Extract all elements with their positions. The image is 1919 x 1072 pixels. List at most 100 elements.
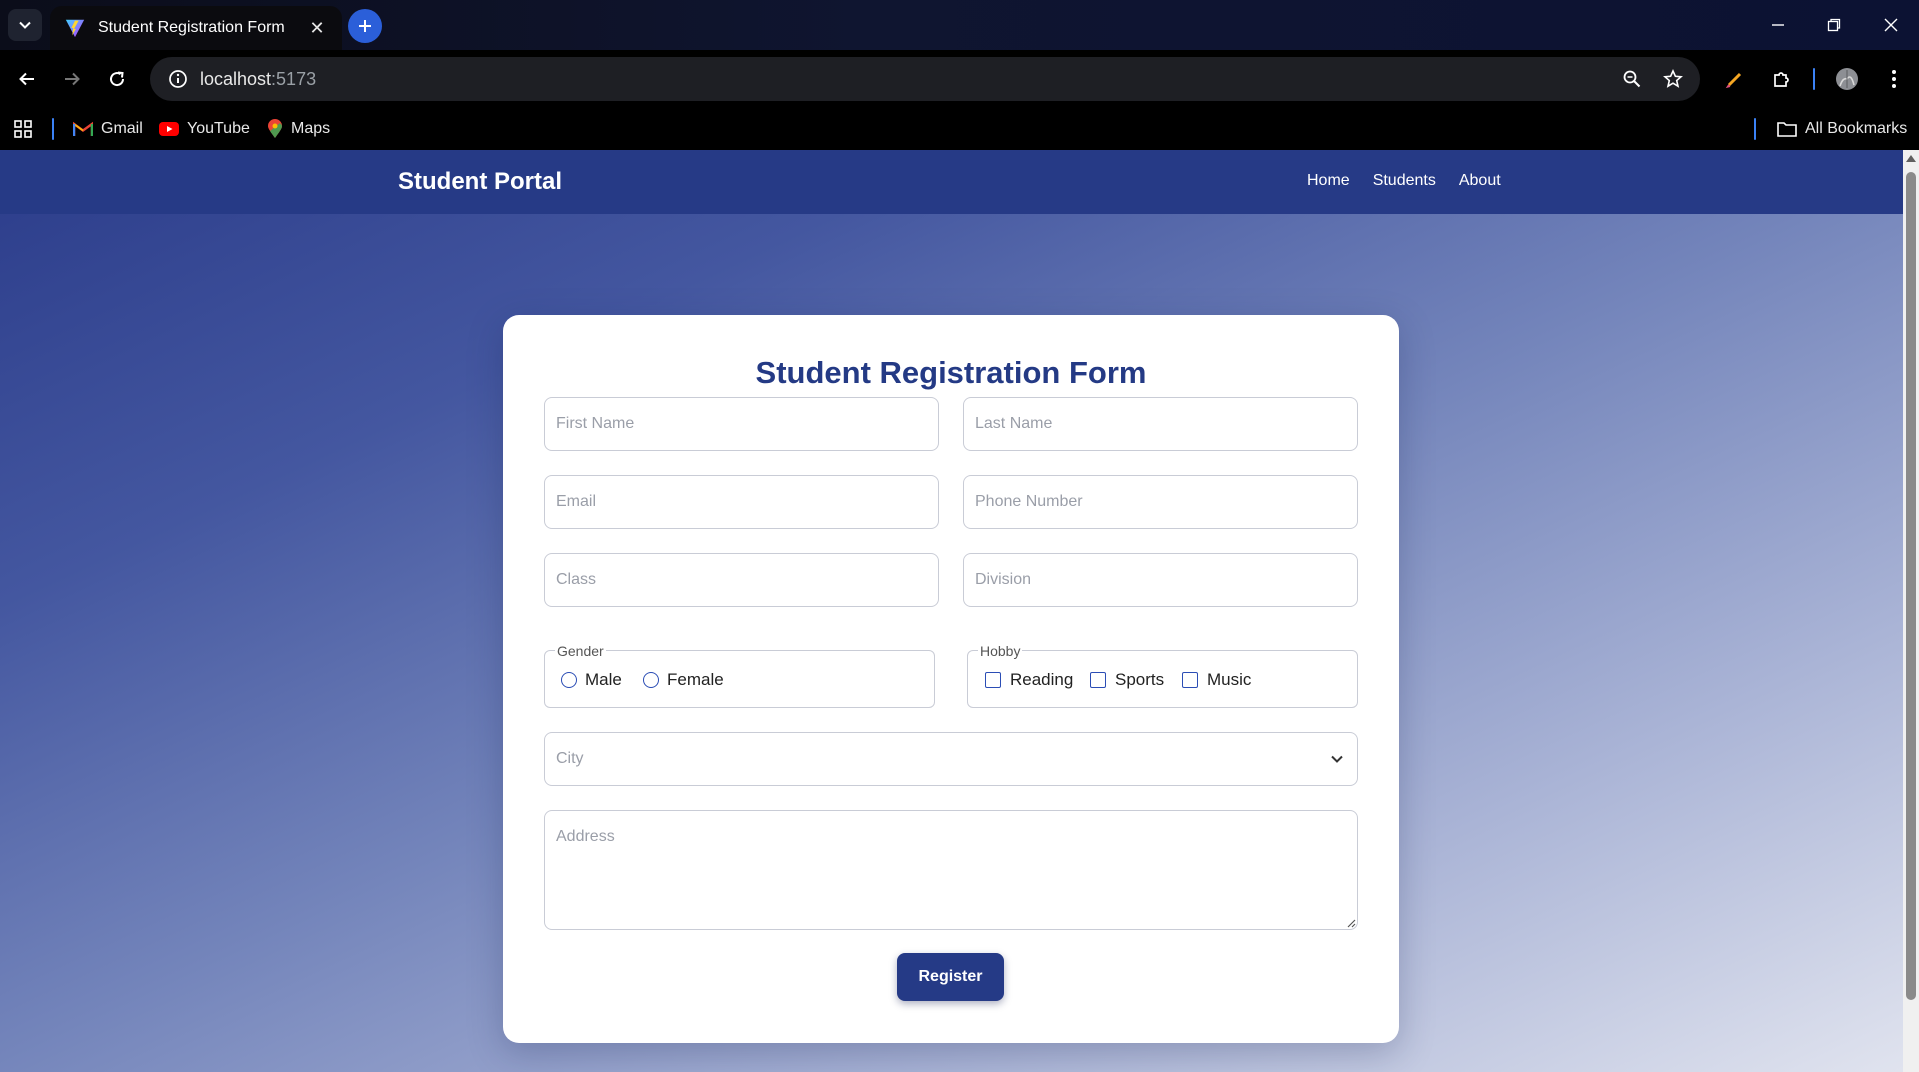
url-text[interactable]: localhost:5173 <box>200 69 316 90</box>
sports-label: Sports <box>1115 670 1165 689</box>
music-label: Music <box>1207 670 1252 689</box>
folder-icon <box>1777 121 1797 137</box>
form-title: Student Registration Form <box>755 355 1147 390</box>
arrow-right-icon <box>65 72 80 86</box>
gender-fieldset: Gender Male Female <box>544 643 935 708</box>
arrow-left-icon <box>19 72 34 86</box>
email-input[interactable] <box>544 475 939 529</box>
scroll-up-arrow-icon[interactable] <box>1906 155 1916 162</box>
nav-home-link[interactable]: Home <box>1307 172 1350 190</box>
puzzle-icon <box>1774 72 1789 87</box>
new-tab-button[interactable] <box>348 9 382 43</box>
gender-legend: Gender <box>555 643 606 659</box>
music-checkbox[interactable] <box>1182 672 1198 688</box>
gmail-icon <box>73 121 93 137</box>
bookmark-youtube[interactable]: YouTube <box>159 117 250 141</box>
all-bookmarks-button[interactable]: All Bookmarks <box>1777 117 1907 141</box>
close-window-button[interactable] <box>1871 10 1911 40</box>
bookmarks-separator <box>52 118 54 140</box>
reading-label: Reading <box>1010 670 1074 689</box>
phone-number-input[interactable] <box>963 475 1358 529</box>
url-host: localhost <box>200 68 272 89</box>
browser-toolbar: localhost:5173 <box>0 50 1919 108</box>
star-icon <box>1663 69 1683 88</box>
nav-about-link[interactable]: About <box>1459 172 1501 190</box>
hobby-legend: Hobby <box>978 643 1023 659</box>
scrollbar-thumb[interactable] <box>1906 172 1916 1000</box>
apps-button[interactable] <box>14 117 32 141</box>
city-select-value: City <box>556 750 584 767</box>
youtube-icon <box>159 122 179 136</box>
extensions-button[interactable] <box>1765 62 1799 96</box>
restore-icon <box>1827 18 1841 32</box>
plus-icon <box>359 20 371 32</box>
pen-icon <box>1725 72 1742 89</box>
site-info-button[interactable] <box>156 57 200 101</box>
browser-menu-button[interactable] <box>1877 62 1911 96</box>
registration-card: Student Registration Form Gender Male Fe… <box>503 315 1399 1043</box>
female-radio[interactable] <box>643 672 659 688</box>
zoom-button[interactable] <box>1615 62 1649 96</box>
address-bar[interactable]: localhost:5173 <box>150 57 1700 101</box>
hobby-option-music[interactable]: Music <box>1182 670 1251 690</box>
page-scrollbar[interactable] <box>1903 150 1919 1072</box>
more-vertical-icon <box>1892 70 1896 88</box>
female-label: Female <box>667 670 724 689</box>
hobby-option-sports[interactable]: Sports <box>1090 670 1164 690</box>
info-icon <box>169 70 187 88</box>
city-select[interactable]: City <box>544 732 1358 786</box>
browser-tab-strip: Student Registration Form ✕ <box>0 0 1919 50</box>
extension-pen-button[interactable] <box>1718 62 1752 96</box>
avatar-icon <box>1836 68 1858 90</box>
tab-title: Student Registration Form <box>98 19 285 36</box>
back-button[interactable] <box>10 62 44 96</box>
bookmark-label: YouTube <box>187 120 250 137</box>
male-radio[interactable] <box>561 672 577 688</box>
active-tab[interactable]: Student Registration Form ✕ <box>50 6 342 50</box>
bookmark-label: Maps <box>291 120 331 137</box>
url-port: :5173 <box>271 68 317 89</box>
chevron-down-icon <box>1331 755 1343 763</box>
page-viewport: Student Portal Home Students About Stude… <box>0 150 1919 1072</box>
last-name-input[interactable] <box>963 397 1358 451</box>
division-input[interactable] <box>963 553 1358 607</box>
brand-logo[interactable]: Student Portal <box>398 168 562 196</box>
toolbar-separator <box>1813 68 1815 90</box>
tab-close-icon[interactable]: ✕ <box>306 18 328 39</box>
close-icon <box>1884 18 1898 32</box>
profile-avatar[interactable] <box>1830 62 1864 96</box>
minimize-window-button[interactable] <box>1758 10 1798 40</box>
chevron-down-icon <box>19 21 31 29</box>
tab-search-button[interactable] <box>8 9 42 41</box>
reading-checkbox[interactable] <box>985 672 1001 688</box>
male-label: Male <box>585 670 622 689</box>
address-textarea[interactable] <box>544 810 1358 930</box>
hobby-option-reading[interactable]: Reading <box>985 670 1073 690</box>
resize-grip-icon[interactable] <box>1346 918 1356 928</box>
reload-button[interactable] <box>100 62 134 96</box>
vite-logo-icon <box>65 19 85 38</box>
bookmarks-bar: Gmail YouTube Maps All Bookmarks <box>0 108 1919 150</box>
sports-checkbox[interactable] <box>1090 672 1106 688</box>
bookmark-gmail[interactable]: Gmail <box>73 117 143 141</box>
primary-nav: Home Students About <box>1307 172 1501 190</box>
register-button[interactable]: Register <box>897 953 1004 1001</box>
bookmarks-separator <box>1754 118 1756 140</box>
all-bookmarks-label: All Bookmarks <box>1805 120 1908 137</box>
bookmark-star-button[interactable] <box>1656 62 1690 96</box>
minimize-icon <box>1772 24 1784 26</box>
reload-icon <box>110 71 125 87</box>
app-navbar: Student Portal Home Students About <box>0 150 1903 214</box>
hobby-fieldset: Hobby Reading Sports Music <box>967 643 1358 708</box>
bookmark-maps[interactable]: Maps <box>267 117 330 141</box>
gender-option-male[interactable]: Male <box>561 670 622 690</box>
gender-option-female[interactable]: Female <box>643 670 724 690</box>
restore-window-button[interactable] <box>1814 10 1854 40</box>
forward-button[interactable] <box>55 62 89 96</box>
nav-students-link[interactable]: Students <box>1373 172 1436 190</box>
apps-grid-icon <box>14 120 32 138</box>
bookmark-label: Gmail <box>101 120 143 137</box>
class-input[interactable] <box>544 553 939 607</box>
first-name-input[interactable] <box>544 397 939 451</box>
maps-icon <box>267 119 283 139</box>
